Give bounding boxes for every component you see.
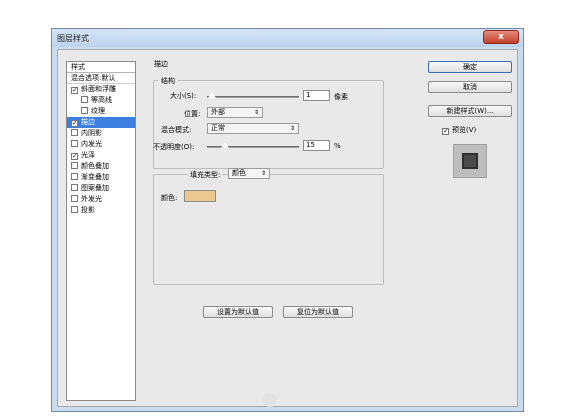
preview-checkbox[interactable]: ✓ 预览(V) [442,125,476,135]
size-slider-thumb[interactable] [206,91,217,99]
updown-arrows-icon: ⇕ [260,170,266,177]
style-item-9[interactable]: 图案叠加 [67,183,135,194]
checkbox-checked-icon[interactable]: ✓ [71,153,78,160]
opacity-unit: % [334,142,341,150]
style-item-label: 内发光 [81,140,102,148]
checkbox-icon[interactable] [81,96,88,103]
style-item-label: 颜色叠加 [81,162,109,170]
fill-type-label: 填充类型: [188,170,223,180]
opacity-slider-thumb[interactable] [219,141,230,149]
layer-style-dialog: 图层样式 x 样式 混合选项:默认 ✓ 斜面和浮雕 等高线 纹理 ✓ 描边 内阴影 内发光 ✓ 光… [51,28,524,412]
preview-label: 预览(V) [452,126,477,134]
style-item-7[interactable]: 颜色叠加 [67,161,135,172]
size-input[interactable]: 1 [303,90,330,101]
style-item-label: 投影 [81,206,95,214]
size-slider[interactable] [207,96,299,98]
ok-button[interactable]: 确定 [428,61,512,73]
window-title: 图层样式 [57,34,89,43]
style-item-1[interactable]: 等高线 [67,95,135,106]
style-item-label: 等高线 [91,96,112,104]
preview-check-icon[interactable]: ✓ [442,128,449,135]
style-item-6[interactable]: ✓ 光泽 [67,150,135,161]
checkbox-icon[interactable] [81,107,88,114]
checkbox-icon[interactable] [71,184,78,191]
style-item-8[interactable]: 渐变叠加 [67,172,135,183]
style-item-label: 渐变叠加 [81,173,109,181]
color-swatch[interactable] [184,190,216,202]
checkbox-checked-icon[interactable]: ✓ [71,87,78,94]
blend-mode-dropdown[interactable]: 正常 ⇕ [207,123,299,134]
opacity-input[interactable]: 15 [303,140,330,151]
watermark-logo [263,393,277,407]
style-item-3[interactable]: ✓ 描边 [67,117,135,128]
style-item-10[interactable]: 外发光 [67,194,135,205]
new-style-button[interactable]: 新建样式(W)... [428,105,512,117]
fill-type-value: 颜色 [232,169,246,177]
style-list: 样式 混合选项:默认 ✓ 斜面和浮雕 等高线 纹理 ✓ 描边 内阴影 内发光 ✓ 光泽 颜色叠加 渐变… [66,61,136,401]
checkbox-icon[interactable] [71,129,78,136]
opacity-label: 不透明度(O): [153,143,195,151]
blend-options-item[interactable]: 混合选项:默认 [67,73,135,84]
checkbox-icon[interactable] [71,140,78,147]
dialog-body: 样式 混合选项:默认 ✓ 斜面和浮雕 等高线 纹理 ✓ 描边 内阴影 内发光 ✓ 光泽 颜色叠加 渐变… [57,49,518,407]
style-item-5[interactable]: 内发光 [67,139,135,150]
updown-arrows-icon: ⇕ [289,125,295,132]
close-button[interactable]: x [483,30,519,44]
style-item-label: 光泽 [81,151,95,159]
make-default-button[interactable]: 设置为默认值 [203,306,273,318]
size-unit: 像素 [334,93,348,101]
structure-title: 结构 [158,76,178,86]
style-item-label: 纹理 [91,107,105,115]
preview-square [462,153,478,169]
title-bar[interactable]: 图层样式 x [52,29,523,47]
style-item-label: 描边 [81,118,95,126]
style-item-label: 内阴影 [81,129,102,137]
position-value: 外部 [211,108,225,116]
checkbox-icon[interactable] [71,206,78,213]
style-item-0[interactable]: ✓ 斜面和浮雕 [67,84,135,95]
style-item-label: 外发光 [81,195,102,203]
blend-mode-value: 正常 [211,124,225,132]
style-item-label: 斜面和浮雕 [81,85,116,93]
style-item-4[interactable]: 内阴影 [67,128,135,139]
cancel-button[interactable]: 取消 [428,81,512,93]
size-label: 大小(S): [170,92,197,100]
checkbox-icon[interactable] [71,162,78,169]
style-item-label: 图案叠加 [81,184,109,192]
stroke-section-title: 描边 [154,60,168,68]
checkbox-icon[interactable] [71,173,78,180]
blend-mode-label: 混合模式: [161,126,192,134]
checkbox-icon[interactable] [71,195,78,202]
color-label: 颜色: [161,194,178,202]
style-item-11[interactable]: 投影 [67,205,135,216]
fill-type-dropdown[interactable]: 颜色 ⇕ [228,168,270,179]
updown-arrows-icon: ⇕ [253,109,259,116]
position-label: 位置: [184,110,201,118]
style-preview-thumbnail [453,144,487,178]
reset-default-button[interactable]: 复位为默认值 [283,306,353,318]
style-list-header[interactable]: 样式 [67,62,135,73]
style-items: ✓ 斜面和浮雕 等高线 纹理 ✓ 描边 内阴影 内发光 ✓ 光泽 颜色叠加 渐变叠加 图案叠加 外发光 投影 [67,84,135,216]
position-dropdown[interactable]: 外部 ⇕ [207,107,263,118]
style-item-2[interactable]: 纹理 [67,106,135,117]
checkbox-checked-icon[interactable]: ✓ [71,120,78,127]
